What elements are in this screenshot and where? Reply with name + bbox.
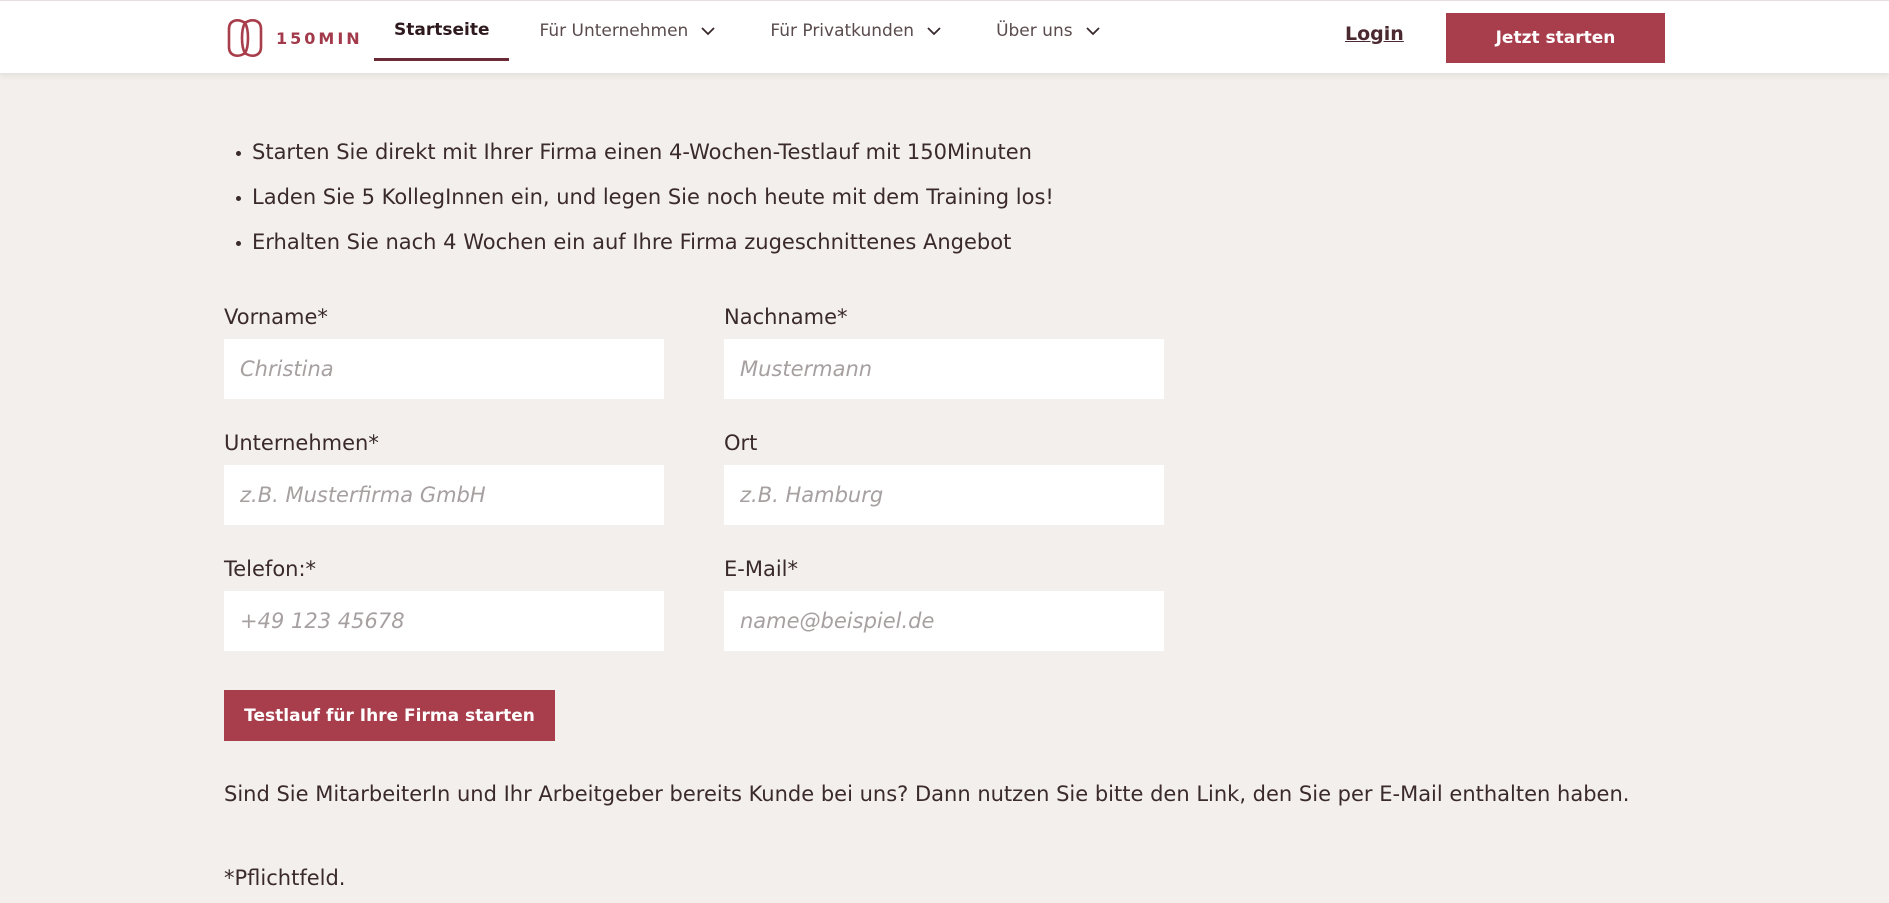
- jetzt-starten-button[interactable]: Jetzt starten: [1446, 13, 1665, 63]
- nav-item-startseite[interactable]: Startseite: [374, 1, 510, 61]
- logo-mark-icon: [227, 19, 263, 57]
- ort-input[interactable]: [724, 465, 1164, 525]
- nachname-label: Nachname*: [724, 305, 848, 329]
- email-label: E-Mail*: [724, 557, 799, 581]
- nav-item-label: Über uns: [996, 21, 1073, 41]
- nav-item-ueber-uns[interactable]: Über uns: [996, 1, 1101, 61]
- nachname-input[interactable]: [724, 339, 1164, 399]
- nachname-field-group: Nachname*: [724, 305, 1164, 399]
- existing-customer-note: Sind Sie MitarbeiterIn und Ihr Arbeitgeb…: [224, 782, 1630, 806]
- main-nav: Startseite Für Unternehmen Für Privatkun…: [374, 1, 1101, 74]
- telefon-input[interactable]: [224, 591, 664, 651]
- logo-text: 150MIN: [276, 28, 363, 48]
- nav-item-label: Startseite: [394, 19, 490, 40]
- required-field-note: *Pflichtfeld.: [224, 866, 346, 890]
- unternehmen-field-group: Unternehmen*: [224, 431, 664, 525]
- email-field-group: E-Mail*: [724, 557, 1164, 651]
- ort-label: Ort: [724, 431, 758, 455]
- telefon-label: Telefon:*: [224, 557, 317, 581]
- email-input[interactable]: [724, 591, 1164, 651]
- intro-bullet-list: Starten Sie direkt mit Ihrer Firma einen…: [236, 130, 1054, 265]
- unternehmen-label: Unternehmen*: [224, 431, 379, 455]
- nav-item-fuer-unternehmen[interactable]: Für Unternehmen: [539, 1, 716, 61]
- testlauf-starten-button[interactable]: Testlauf für Ihre Firma starten: [224, 690, 555, 741]
- ort-field-group: Ort: [724, 431, 1164, 525]
- list-item: Starten Sie direkt mit Ihrer Firma einen…: [236, 130, 1054, 175]
- vorname-field-group: Vorname*: [224, 305, 664, 399]
- logo[interactable]: 150MIN: [224, 17, 363, 59]
- vorname-label: Vorname*: [224, 305, 328, 329]
- site-header: 150MIN Startseite Für Unternehmen Für Pr…: [0, 0, 1889, 73]
- login-link[interactable]: Login: [1345, 23, 1404, 45]
- list-item: Erhalten Sie nach 4 Wochen ein auf Ihre …: [236, 220, 1054, 265]
- nav-item-label: Für Unternehmen: [539, 21, 689, 41]
- telefon-field-group: Telefon:*: [224, 557, 664, 651]
- chevron-down-icon: [1085, 27, 1100, 36]
- list-item: Laden Sie 5 KollegInnen ein, und legen S…: [236, 175, 1054, 220]
- unternehmen-input[interactable]: [224, 465, 664, 525]
- chevron-down-icon: [927, 27, 941, 36]
- chevron-down-icon: [701, 27, 715, 36]
- nav-item-label: Für Privatkunden: [770, 21, 915, 41]
- vorname-input[interactable]: [224, 339, 664, 399]
- nav-item-fuer-privatkunden[interactable]: Für Privatkunden: [770, 1, 942, 61]
